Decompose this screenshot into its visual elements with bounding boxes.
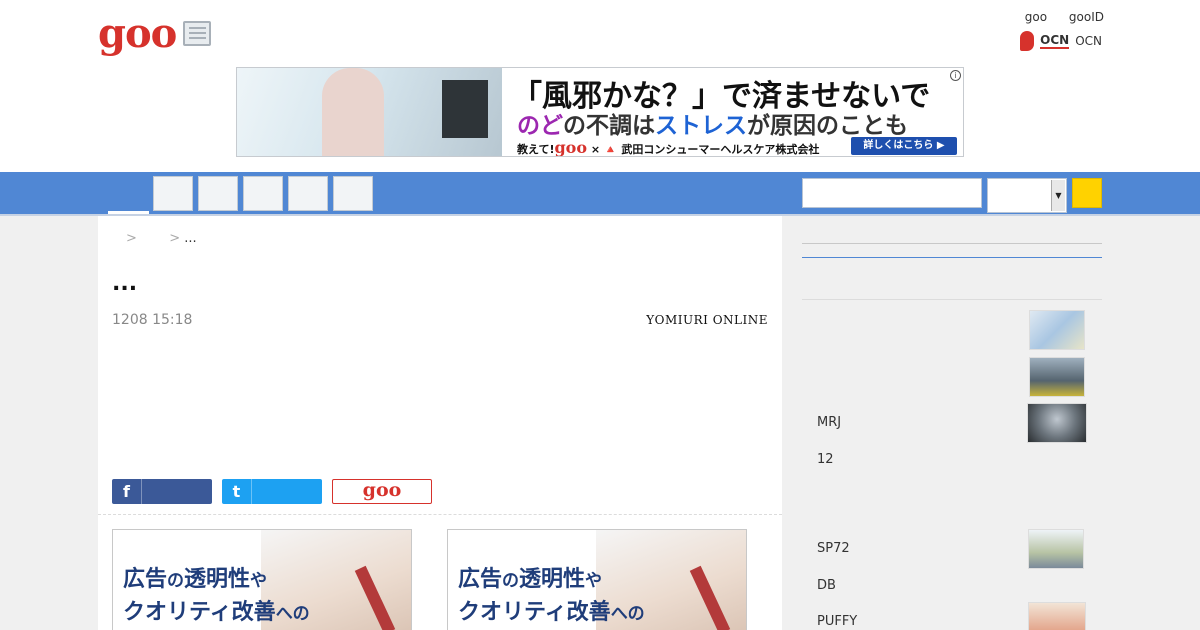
sidebar-thumbnail[interactable] <box>1029 357 1085 397</box>
ad-card-word: クオリティ改善 <box>123 600 276 625</box>
goo-share-button[interactable]: goo <box>332 479 432 504</box>
ad-card[interactable]: 広告の透明性や クオリティ改善への <box>112 529 412 630</box>
site-header: goo goo gooID OCN OCN 「風邪かな？」で済ませないで のどの… <box>0 0 1200 172</box>
sidebar-divider <box>802 243 1102 244</box>
ad-card-word: や <box>250 571 268 591</box>
sidebar-thumbnail[interactable] <box>1027 403 1087 443</box>
ad-sub-mid2: が原因のことも <box>747 113 908 139</box>
ad-card-word: への <box>275 604 310 624</box>
ad-footer: 教えて!goo × 🔺 武田コンシューマーヘルスケア株式会社 <box>517 138 820 157</box>
top-links: goo gooID <box>1007 10 1104 24</box>
sidebar-item[interactable]: MRJ <box>817 415 841 430</box>
nav-tab-4[interactable] <box>288 176 328 211</box>
content-divider <box>98 514 782 515</box>
article-date: 1208 15:18 <box>112 312 193 328</box>
ad-footer-sponsor: × 🔺 武田コンシューマーヘルスケア株式会社 <box>590 143 820 156</box>
ad-subtitle: のどの不調はストレスが原因のことも <box>517 106 908 140</box>
ad-monitor-image <box>442 80 488 138</box>
ad-banner[interactable]: 「風邪かな？」で済ませないで のどの不調はストレスが原因のことも 教えて!goo… <box>236 67 964 157</box>
search-button[interactable] <box>1072 178 1102 208</box>
nav-tab-5[interactable] <box>333 176 373 211</box>
source-logo[interactable]: YOMIURI ONLINE <box>646 313 768 327</box>
ad-card-word: への <box>610 604 645 624</box>
twitter-icon: t <box>222 479 252 504</box>
search-scope-select[interactable]: ▼ <box>987 178 1067 213</box>
ad-sub-purple: のど <box>517 113 563 139</box>
ad-card-word: 透明性 <box>184 567 251 592</box>
ad-info-icon[interactable]: i <box>950 70 961 81</box>
breadcrumb: > > ... <box>126 231 197 246</box>
sidebar: MRJ 12 SP72 DB PUFFY <box>802 216 1102 630</box>
ad-card-word: の <box>167 571 185 591</box>
news-icon[interactable] <box>183 21 211 46</box>
ocn-logo-icon <box>1020 31 1035 51</box>
sidebar-thumbnail[interactable] <box>1028 602 1086 630</box>
ad-card-word: や <box>585 571 603 591</box>
facebook-share-button[interactable]: f <box>112 479 212 504</box>
ad-card[interactable]: 広告の透明性や クオリティ改善への <box>447 529 747 630</box>
ad-cta-button[interactable]: 詳しくはこちら ▶ <box>851 137 957 155</box>
breadcrumb-sep: > <box>126 231 137 246</box>
nav-tab-2[interactable] <box>198 176 238 211</box>
ad-card-text: 広告の透明性や クオリティ改善への <box>458 564 645 630</box>
gooid-link[interactable]: gooID <box>1069 10 1104 24</box>
goo-logo[interactable]: goo <box>98 10 177 57</box>
facebook-icon: f <box>112 479 142 504</box>
sidebar-thumbnail[interactable] <box>1029 310 1085 350</box>
ocn-label: OCN <box>1075 34 1102 48</box>
ocn-mark: OCN <box>1040 33 1070 49</box>
dropdown-arrow-icon[interactable]: ▼ <box>1051 180 1065 211</box>
ad-card-text: 広告の透明性や クオリティ改善への <box>123 564 310 630</box>
breadcrumb-sep: > <box>169 231 181 246</box>
twitter-share-button[interactable]: t <box>222 479 322 504</box>
article-main: > > ... ... 1208 15:18 YOMIURI ONLINE f … <box>98 216 782 630</box>
sidebar-item[interactable]: DB <box>817 578 836 593</box>
ad-sub-mid1: の不調は <box>563 113 655 139</box>
ad-card-word: クオリティ改善 <box>458 600 611 625</box>
nav-tab-1[interactable] <box>153 176 193 211</box>
category-nav: ▼ <box>0 172 1200 214</box>
ad-card-word: の <box>502 571 520 591</box>
sidebar-thumbnail[interactable] <box>1028 529 1084 569</box>
nav-tab-3[interactable] <box>243 176 283 211</box>
ad-footer-prefix: 教えて! <box>517 143 555 156</box>
article-title: ... <box>112 271 138 296</box>
breadcrumb-current: ... <box>184 231 197 246</box>
sidebar-item[interactable]: 12 <box>817 452 834 467</box>
ad-footer-goo: goo <box>554 138 587 157</box>
ad-person-image <box>322 68 384 156</box>
sidebar-item[interactable]: PUFFY <box>817 614 857 629</box>
sidebar-divider <box>802 299 1102 300</box>
ocn-link[interactable]: OCN OCN <box>1020 31 1102 51</box>
sidebar-tab-underline <box>802 257 1102 258</box>
ad-card-word: 広告 <box>458 567 503 592</box>
ad-sub-blue: ストレス <box>655 113 747 139</box>
sidebar-item[interactable]: SP72 <box>817 541 850 556</box>
ad-card-word: 広告 <box>123 567 168 592</box>
ad-photo <box>237 68 502 156</box>
search-input[interactable] <box>802 178 982 208</box>
goo-top-link[interactable]: goo <box>1025 10 1047 24</box>
ad-card-word: 透明性 <box>519 567 586 592</box>
